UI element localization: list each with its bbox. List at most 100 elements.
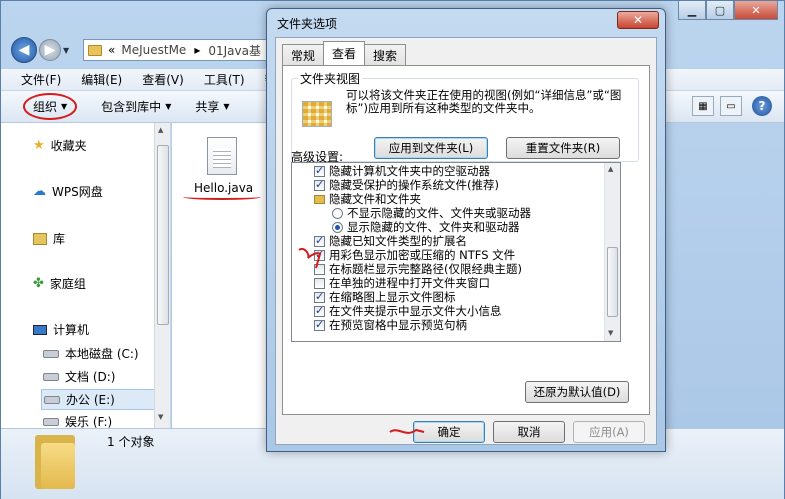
drive-icon: [44, 395, 60, 404]
radio-button[interactable]: [332, 207, 343, 219]
cancel-button[interactable]: 取消: [493, 421, 565, 443]
include-library-button[interactable]: 包含到库中 ▼: [101, 98, 171, 115]
nav-library-label: 库: [53, 232, 66, 246]
file-list: Hello.java: [172, 123, 268, 428]
apply-to-folders-button[interactable]: 应用到文件夹(L): [374, 137, 488, 159]
setting-separate-process[interactable]: 在单独的进程中打开文件夹窗口: [314, 276, 490, 290]
setting-hidden-files-group: 隐藏文件和文件夹: [314, 192, 421, 206]
nav-drive-e[interactable]: 办公 (E:): [41, 389, 163, 410]
address-bar[interactable]: « MeJuestMe ▸ 01Java基: [83, 39, 273, 61]
folder-views-group: 文件夹视图 可以将该文件夹正在使用的视图(例如“详细信息”或“图标”)应用到所有…: [291, 70, 639, 162]
nav-drive-d[interactable]: 文档 (D:): [43, 368, 115, 385]
folder-views-legend: 文件夹视图: [300, 72, 361, 86]
red-annotation-check: [298, 248, 322, 269]
chevron-down-icon: ▼: [223, 102, 230, 111]
checkbox[interactable]: [314, 164, 325, 177]
chevron-down-icon: ▼: [165, 102, 172, 111]
setting-preview-handlers[interactable]: 在预览窗格中显示预览句柄: [314, 318, 467, 332]
folder-icon: [88, 44, 102, 56]
nav-favorites[interactable]: ★ 收藏夹: [33, 137, 87, 154]
share-button[interactable]: 共享 ▼: [195, 98, 229, 115]
nav-drive-label: 文档 (D:): [65, 370, 116, 384]
nav-homegroup-label: 家庭组: [49, 277, 86, 291]
setting-hide-protected-os-files[interactable]: 隐藏受保护的操作系统文件(推荐): [314, 178, 499, 192]
breadcrumb-sep: «: [108, 43, 116, 57]
red-annotation-underline: [183, 194, 261, 200]
drive-icon: [43, 349, 59, 358]
forward-icon[interactable]: ▶: [39, 39, 61, 61]
dialog-title: 文件夹选项: [277, 17, 338, 31]
folder-views-description: 可以将该文件夹正在使用的视图(例如“详细信息”或“图标”)应用到所有这种类型的文…: [346, 88, 622, 115]
include-library-label: 包含到库中: [101, 100, 162, 114]
tab-general[interactable]: 常规: [282, 44, 325, 65]
help-icon[interactable]: ?: [752, 96, 772, 116]
minimize-icon[interactable]: ▁: [678, 1, 706, 20]
organize-button[interactable]: 组织 ▼: [23, 93, 78, 120]
radio-button[interactable]: [332, 221, 343, 233]
apply-button[interactable]: 应用(A): [573, 421, 645, 443]
cloud-icon: ☁: [33, 184, 46, 199]
share-label: 共享: [195, 100, 220, 114]
scroll-down-icon[interactable]: ▼: [158, 413, 163, 421]
maximize-icon[interactable]: ▢: [706, 1, 734, 20]
navigation-pane: ★ 收藏夹 ☁ WPS网盘 库 ✤ 家庭组 计算机 本地磁盘 (C:) 文档 (…: [1, 123, 171, 428]
toolbar-right: ▦ ▭ ?: [686, 96, 772, 116]
breadcrumb-item[interactable]: 01Java基: [208, 42, 261, 59]
object-count: 1 个对象: [107, 435, 155, 449]
checkbox[interactable]: [314, 318, 325, 331]
setting-hide-extensions[interactable]: 隐藏已知文件类型的扩展名: [314, 234, 467, 248]
view-options-icon[interactable]: ▦: [692, 96, 714, 116]
breadcrumb-arrow-icon[interactable]: ▸: [194, 43, 200, 57]
nav-homegroup[interactable]: ✤ 家庭组: [33, 275, 86, 292]
setting-hide-empty-drives[interactable]: 隐藏计算机文件夹中的空驱动器: [314, 164, 490, 178]
scroll-down-icon[interactable]: ▼: [608, 329, 613, 337]
chevron-down-icon: ▼: [61, 102, 68, 111]
setting-color-ntfs[interactable]: 用彩色显示加密或压缩的 NTFS 文件: [314, 248, 515, 262]
nav-drive-f[interactable]: 娱乐 (F:): [43, 413, 112, 428]
setting-folder-tips-size[interactable]: 在文件夹提示中显示文件大小信息: [314, 304, 502, 318]
setting-show-hidden[interactable]: 显示隐藏的文件、文件夹和驱动器: [332, 220, 520, 234]
scroll-thumb[interactable]: [607, 247, 618, 317]
folder-icon: [35, 435, 75, 489]
drive-icon: [43, 372, 59, 381]
menu-edit[interactable]: 编辑(E): [81, 71, 122, 88]
nav-library[interactable]: 库: [33, 230, 65, 247]
scroll-up-icon[interactable]: ▲: [608, 165, 613, 173]
tab-view[interactable]: 查看: [323, 41, 366, 65]
nav-drive-c[interactable]: 本地磁盘 (C:): [43, 345, 139, 362]
file-name[interactable]: Hello.java: [194, 181, 253, 195]
checkbox[interactable]: [314, 304, 325, 317]
scroll-up-icon[interactable]: ▲: [158, 126, 163, 134]
checkbox[interactable]: [314, 178, 325, 191]
breadcrumb-item[interactable]: MeJuestMe: [121, 43, 186, 57]
homegroup-icon: ✤: [33, 276, 44, 291]
organize-label: 组织: [33, 100, 58, 114]
setting-full-path-title[interactable]: 在标题栏显示完整路径(仅限经典主题): [314, 262, 522, 276]
restore-defaults-button[interactable]: 还原为默认值(D): [525, 381, 629, 403]
checkbox[interactable]: [314, 277, 325, 289]
menu-tools[interactable]: 工具(T): [204, 71, 245, 88]
history-dropdown-icon[interactable]: ▼: [63, 46, 69, 55]
nav-buttons: ◀ ▶ ▼: [11, 37, 69, 63]
checkbox[interactable]: [314, 290, 325, 303]
nav-computer[interactable]: 计算机: [33, 321, 89, 338]
nav-scrollbar[interactable]: ▲ ▼: [154, 123, 170, 428]
settings-scrollbar[interactable]: ▲ ▼: [604, 163, 620, 341]
close-icon[interactable]: ✕: [734, 1, 778, 20]
back-icon[interactable]: ◀: [11, 37, 37, 63]
menu-file[interactable]: 文件(F): [21, 71, 61, 88]
folder-views-icon: [302, 101, 332, 127]
reset-folders-button[interactable]: 重置文件夹(R): [506, 137, 620, 159]
scroll-thumb[interactable]: [157, 145, 169, 325]
setting-dont-show-hidden[interactable]: 不显示隐藏的文件、文件夹或驱动器: [332, 206, 531, 220]
nav-computer-label: 计算机: [53, 323, 90, 337]
folder-icon: [314, 194, 325, 204]
drive-icon: [43, 417, 59, 426]
close-icon[interactable]: ✕: [617, 11, 659, 29]
setting-thumbnail-icons[interactable]: 在缩略图上显示文件图标: [314, 290, 456, 304]
menu-view[interactable]: 查看(V): [142, 71, 184, 88]
preview-pane-icon[interactable]: ▭: [720, 96, 742, 116]
nav-wps[interactable]: ☁ WPS网盘: [33, 183, 103, 200]
text-file-icon[interactable]: [207, 137, 237, 175]
tab-search[interactable]: 搜索: [364, 44, 407, 65]
